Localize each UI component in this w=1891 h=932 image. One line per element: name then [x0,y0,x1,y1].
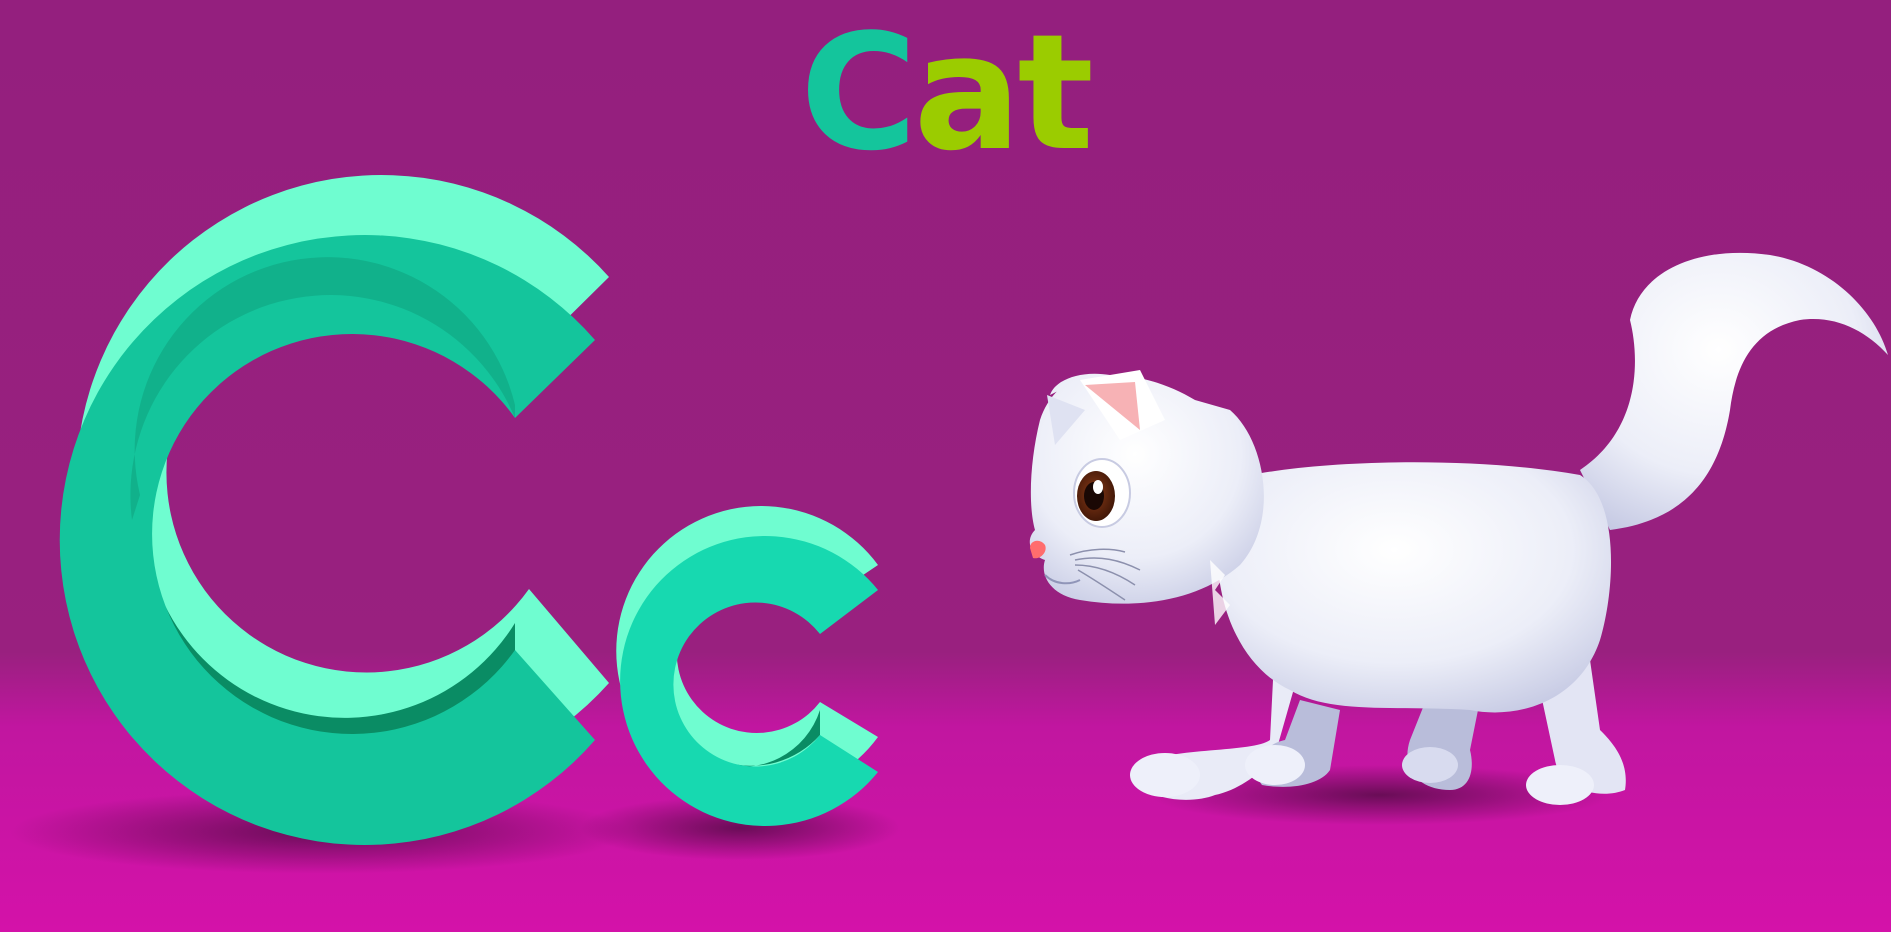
word-title-rest: at [913,0,1090,186]
word-title-first-letter: C [800,0,913,186]
alphabet-card-scene: Cat [0,0,1891,932]
cat-body [1217,462,1612,713]
word-title: Cat [800,0,1090,186]
